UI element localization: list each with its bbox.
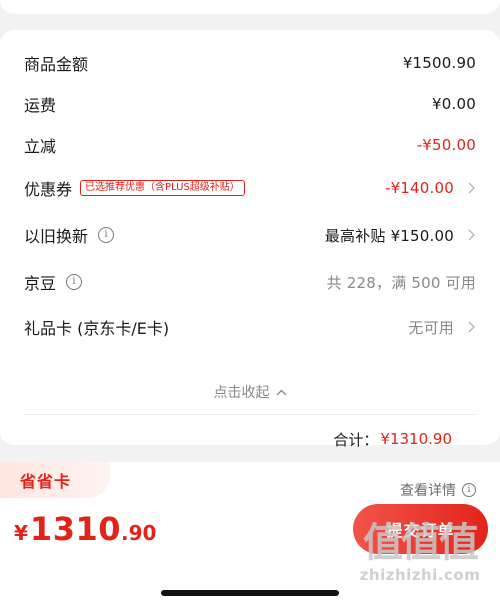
row-value: -¥140.00 [384,179,454,197]
row-gift-card[interactable]: 礼品卡 (京东卡/E卡) 无可用 [24,312,476,342]
info-icon: i [462,483,476,497]
collapse-label: 点击收起 [213,385,270,401]
chevron-right-icon [466,229,476,241]
row-label: 优惠券 [24,180,73,199]
chevron-up-icon [276,389,286,395]
row-shipping: 运费 ¥0.00 [24,89,476,119]
row-label: 京豆 [24,274,57,293]
row-label: 立减 [24,137,57,156]
total-value: ¥1310.90 [380,430,452,448]
row-goods-amount: 商品金额 ¥1500.90 [24,48,476,78]
home-indicator[interactable] [161,590,339,596]
row-label: 商品金额 [24,55,89,74]
row-jingdou: 京豆 i 共 228，满 500 可用 [24,267,476,297]
row-value: 最高补贴 ¥150.00 [324,226,454,245]
order-total: 合计： ¥1310.90 [333,427,452,451]
chevron-right-icon [466,182,476,194]
row-label: 运费 [24,96,57,115]
price-decimal: .90 [120,521,157,545]
row-value: -¥50.00 [416,136,476,154]
price-currency: ¥ [14,521,28,545]
previous-card [0,0,500,14]
view-details-label: 查看详情 [400,483,456,499]
site-watermark: 值值值 zhizhizhi.com [350,520,490,584]
row-value: ¥1500.90 [402,54,476,72]
info-icon[interactable]: i [98,227,115,243]
row-label: 以旧换新 [24,227,89,246]
total-label: 合计： [333,430,379,449]
row-instant-discount: 立减 -¥50.00 [24,130,476,160]
collapse-toggle[interactable]: 点击收起 [0,381,500,403]
row-trade-in[interactable]: 以旧换新 i 最高补贴 ¥150.00 [24,220,476,250]
view-details-link[interactable]: 查看详情 i [400,480,476,500]
info-icon[interactable]: i [66,274,83,290]
saving-card-tab[interactable]: 省省卡 [0,462,110,498]
row-coupon[interactable]: 优惠券 已选推荐优惠（含PLUS超级补贴） -¥140.00 [24,173,476,203]
payable-price: ¥ 1310 .90 [14,510,156,556]
row-value: 无可用 [408,318,454,337]
coupon-recommend-tag: 已选推荐优惠（含PLUS超级补贴） [80,180,245,196]
order-summary-card: 商品金额 ¥1500.90 运费 ¥0.00 立减 -¥50.00 优惠券 已选… [0,30,500,449]
row-value: 共 228，满 500 可用 [326,273,476,292]
watermark-url: zhizhizhi.com [359,566,481,584]
divider [24,414,476,415]
row-label: 礼品卡 (京东卡/E卡) [24,319,170,338]
price-integer: 1310 [29,510,121,548]
watermark-logo: 值值值 [363,520,479,566]
chevron-right-icon [466,321,476,333]
row-value: ¥0.00 [432,95,476,113]
